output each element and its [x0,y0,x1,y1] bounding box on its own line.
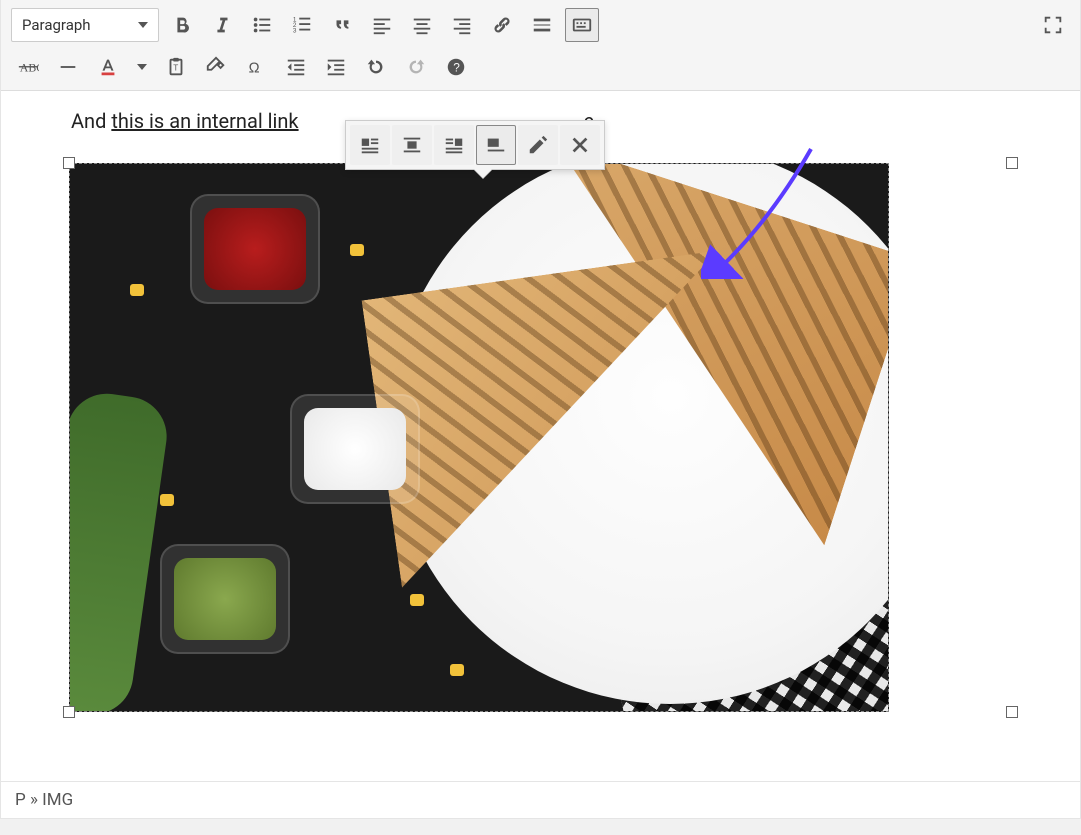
image-detail-corn [450,664,464,676]
align-center-icon [411,14,433,36]
internal-link[interactable]: this is an internal link [111,109,298,133]
image-detail-chutney-dip [160,544,290,654]
svg-text:T: T [173,64,178,73]
text-color-button[interactable] [91,50,125,84]
chevron-down-icon [137,64,147,70]
insert-more-button[interactable] [525,8,559,42]
svg-text:ABC: ABC [20,61,39,75]
pencil-icon [527,134,549,156]
image-detail-corn [410,594,424,606]
image-align-none-button[interactable] [476,125,516,165]
indent-button[interactable] [319,50,353,84]
resize-handle-top-left[interactable] [63,157,75,169]
chevron-down-icon [138,22,148,28]
image-remove-button[interactable] [560,125,600,165]
fullscreen-button[interactable] [1036,8,1070,42]
image-detail-corn [160,494,174,506]
strikethrough-icon: ABC [17,56,39,78]
indent-icon [325,56,347,78]
image-detail-ketchup-dip [190,194,320,304]
outdent-icon [285,56,307,78]
image-align-right-button[interactable] [434,125,474,165]
resize-handle-top-right[interactable] [1006,157,1018,169]
align-left-icon [359,134,381,156]
blockquote-button[interactable] [325,8,359,42]
resize-handle-bottom-left[interactable] [63,706,75,718]
toolbar-toggle-button[interactable] [565,8,599,42]
image-align-center-button[interactable] [392,125,432,165]
text-color-icon [97,56,119,78]
fullscreen-icon [1042,14,1064,36]
omega-icon: Ω [245,56,267,78]
undo-button[interactable] [359,50,393,84]
insert-more-icon [531,14,553,36]
format-select[interactable]: Paragraph [11,8,159,42]
bulleted-list-button[interactable] [245,8,279,42]
align-right-icon [443,134,465,156]
editor-container: Paragraph 123 ABC T Ω [0,0,1081,819]
strikethrough-button[interactable]: ABC [11,50,45,84]
redo-icon [405,56,427,78]
resize-handle-bottom-right[interactable] [1006,706,1018,718]
toolbar-row-1: Paragraph 123 [11,8,1070,42]
close-icon [569,134,591,156]
align-center-icon [401,134,423,156]
align-right-icon [451,14,473,36]
bulleted-list-icon [251,14,273,36]
align-left-icon [371,14,393,36]
content-image[interactable] [69,163,889,712]
align-right-button[interactable] [445,8,479,42]
align-left-button[interactable] [365,8,399,42]
editor-toolbar: Paragraph 123 ABC T Ω [1,0,1080,91]
clear-formatting-button[interactable] [199,50,233,84]
italic-icon [211,14,233,36]
clear-formatting-icon [205,56,227,78]
text-color-dropdown-button[interactable] [131,50,153,84]
selected-image-wrapper [69,163,1012,712]
text-before-link: And [71,109,111,133]
horizontal-rule-icon [57,56,79,78]
redo-button[interactable] [399,50,433,84]
keyboard-icon [571,14,593,36]
breadcrumb-separator: » [26,790,42,810]
image-detail-mayo-dip [290,394,420,504]
blockquote-icon [331,14,353,36]
link-icon [491,14,513,36]
image-detail-corn [130,284,144,296]
numbered-list-icon: 123 [291,14,313,36]
numbered-list-button[interactable]: 123 [285,8,319,42]
editor-status-bar: P » IMG [1,781,1080,818]
breadcrumb-p[interactable]: P [15,790,26,810]
svg-text:3: 3 [293,27,297,34]
bold-icon [171,14,193,36]
format-select-label: Paragraph [22,16,91,34]
horizontal-rule-button[interactable] [51,50,85,84]
toolbar-row-2: ABC T Ω ? [11,50,1070,84]
image-align-left-button[interactable] [350,125,390,165]
paste-text-button[interactable]: T [159,50,193,84]
align-none-icon [485,134,507,156]
clipboard-icon: T [165,56,187,78]
italic-button[interactable] [205,8,239,42]
help-button[interactable]: ? [439,50,473,84]
image-inline-toolbar [345,120,605,170]
image-edit-button[interactable] [518,125,558,165]
svg-text:Ω: Ω [249,61,260,77]
outdent-button[interactable] [279,50,313,84]
bold-button[interactable] [165,8,199,42]
undo-icon [365,56,387,78]
insert-link-button[interactable] [485,8,519,42]
image-detail-corn [350,244,364,256]
align-center-button[interactable] [405,8,439,42]
breadcrumb-img[interactable]: IMG [42,790,73,810]
image-detail-scallion [69,389,172,712]
special-character-button[interactable]: Ω [239,50,273,84]
help-icon: ? [445,56,467,78]
svg-text:?: ? [453,61,460,75]
editor-content[interactable]: And this is an internal link e. [1,91,1080,781]
